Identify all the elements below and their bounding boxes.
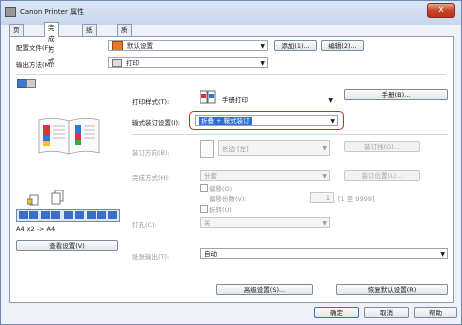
window-title: Canon Printer 属性 — [20, 8, 85, 16]
offset-label: 偏移(O) — [209, 185, 233, 193]
profile-value: 默认设置 — [127, 42, 153, 50]
finishing-panel: 配置文件(F): 默认设置 ▼ 添加(1)... 编辑(2)... 输出方法(M… — [9, 36, 454, 303]
print-style-value: 手册打印 — [222, 96, 248, 104]
finishing-value: 分套 — [204, 172, 217, 180]
view-settings-button[interactable]: 查看设置(V) — [16, 240, 118, 251]
divider — [16, 74, 446, 75]
tab-quality[interactable]: 质量 — [117, 24, 132, 45]
profile-icon — [112, 41, 123, 50]
help-button[interactable]: 帮助 — [414, 307, 457, 318]
fold-checkbox[interactable] — [200, 205, 208, 213]
booklet-button[interactable]: 手册(B)... — [344, 89, 448, 100]
gutter-button[interactable]: 装订线(G)... — [344, 141, 420, 152]
binding-setting-select[interactable]: 折叠 + 鞍式装订 ▼ — [195, 115, 338, 126]
paper-output-value: 自动 — [204, 250, 217, 258]
output-method-select[interactable]: 打印 ▼ — [108, 57, 268, 68]
finishing-label: 完成方式(H): — [132, 174, 171, 182]
binding-page-icon — [200, 140, 214, 158]
fold-label: 折转(U) — [209, 206, 232, 214]
chevron-down-icon: ▼ — [322, 145, 327, 152]
print-style-label: 打印样式(T): — [132, 98, 170, 106]
cancel-button[interactable]: 取消 — [364, 307, 409, 318]
binding-setting-value: 折叠 + 鞍式装订 — [199, 117, 252, 125]
divider — [132, 134, 448, 135]
output-method-value: 打印 — [126, 59, 139, 67]
preview-mode-printer-icon[interactable] — [26, 79, 36, 88]
chevron-down-icon: ▼ — [322, 173, 327, 180]
punch-select[interactable]: 关 ▼ — [200, 217, 330, 228]
paper-output-label: 纸张输出(T): — [132, 253, 170, 261]
offset-count-value: 1 — [325, 194, 330, 202]
offset-count-label: 偏移份数(V): — [209, 195, 247, 203]
edit-profile-button[interactable]: 编辑(2)... — [321, 40, 364, 51]
add-profile-button[interactable]: 添加(1)... — [274, 40, 317, 51]
document-pages-icon — [51, 189, 65, 206]
binding-setting-label: 输式装订设置(I): — [132, 119, 181, 127]
tab-finishing[interactable]: 完成方式 — [44, 22, 59, 65]
binding-direction-value: 长边 [左] — [222, 145, 249, 153]
booklet-preview-image — [35, 116, 103, 156]
offset-count-input[interactable]: 1 — [310, 192, 334, 203]
printer-icon — [112, 59, 122, 67]
chevron-down-icon: ▼ — [260, 43, 265, 50]
paper-output-select[interactable]: 自动 ▼ — [200, 248, 448, 259]
chevron-down-icon: ▼ — [328, 97, 333, 104]
print-style-select[interactable]: 手册打印 ▼ — [218, 94, 336, 105]
chevron-down-icon: ▼ — [322, 220, 327, 227]
title-bar: Canon Printer 属性 — [5, 5, 84, 19]
page-stack-icon — [26, 193, 41, 207]
layout-icon-strip[interactable] — [16, 209, 120, 222]
tab-page-setup[interactable]: 页面设置 — [9, 24, 24, 67]
chevron-down-icon: ▼ — [440, 251, 445, 258]
close-button[interactable]: x — [427, 3, 455, 18]
offset-range: [1 至 9999] — [338, 195, 375, 203]
printer-properties-window: Canon Printer 属性 x 页面设置 完成方式 纸张来源 质量 配置文… — [0, 0, 462, 325]
printer-app-icon — [5, 7, 16, 17]
ok-button[interactable]: 确定 — [314, 307, 359, 318]
tab-paper-source[interactable]: 纸张来源 — [82, 24, 97, 67]
chevron-down-icon: ▼ — [330, 118, 335, 125]
punch-value: 关 — [204, 219, 211, 227]
preview-caption: A4 x2 -> A4 — [16, 225, 56, 233]
binding-direction-select[interactable]: 长边 [左] ▼ — [218, 140, 330, 156]
advanced-settings-button[interactable]: 高级设置(S)... — [216, 284, 313, 295]
restore-defaults-button[interactable]: 恢复默认设置(R) — [336, 284, 448, 295]
profile-select[interactable]: 默认设置 ▼ — [108, 40, 268, 51]
finishing-select[interactable]: 分套 ▼ — [200, 170, 330, 181]
binding-direction-label: 装订方向(B): — [132, 149, 170, 157]
offset-checkbox[interactable] — [200, 184, 208, 192]
punch-label: 打孔(C): — [132, 221, 157, 229]
booklet-print-icon — [199, 90, 216, 105]
chevron-down-icon: ▼ — [260, 60, 265, 67]
staple-position-button[interactable]: 装订位置(L)... — [344, 170, 420, 181]
